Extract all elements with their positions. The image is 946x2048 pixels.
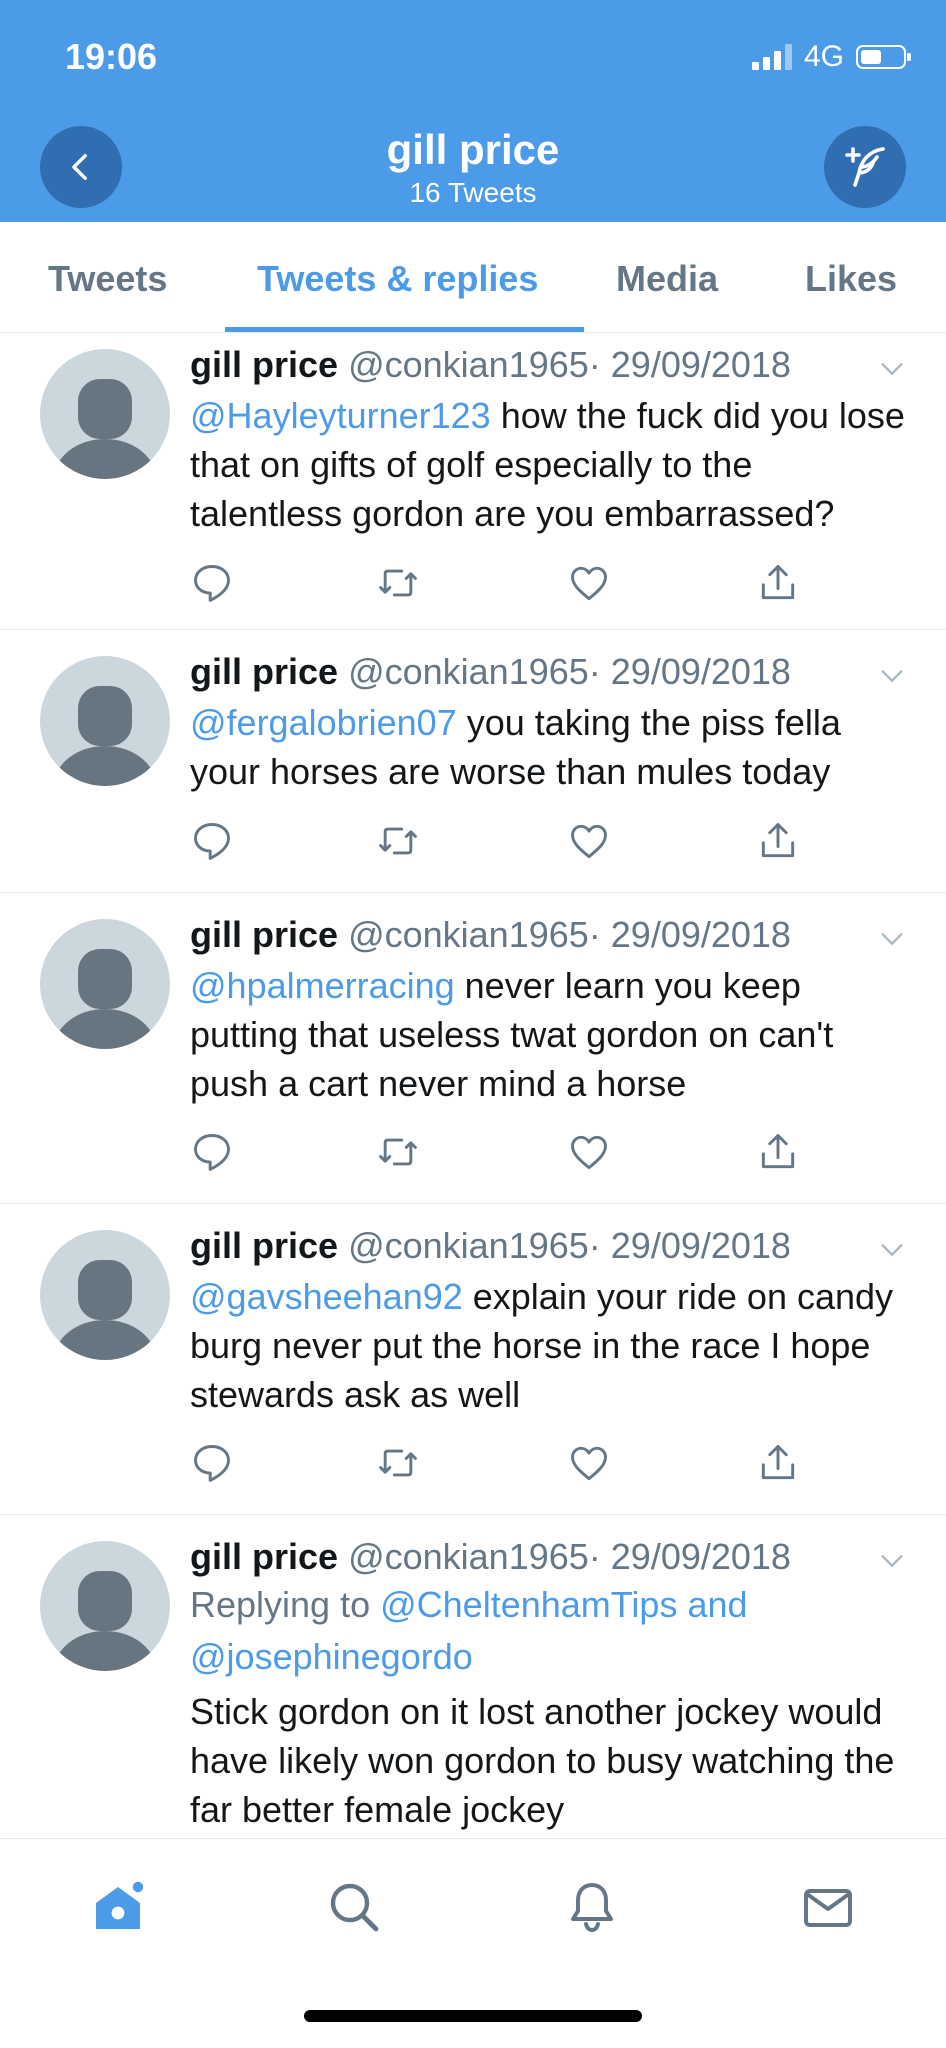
avatar[interactable] (40, 919, 170, 1049)
tweet-date: · 29/09/2018 (588, 651, 791, 692)
avatar[interactable] (40, 349, 170, 479)
network-type: 4G (803, 40, 844, 73)
tweet-text: @gavsheehan92 explain your ride on candy… (190, 1276, 894, 1415)
author-handle: @conkian1965 (348, 1225, 589, 1266)
tweet-date: · 29/09/2018 (588, 914, 791, 955)
tweet-item[interactable]: gill price @conkian1965· 29/09/2018 Repl… (0, 1515, 946, 1838)
retweet-icon[interactable] (376, 1441, 420, 1485)
tweet-meta: gill price @conkian1965· 29/09/2018 (190, 1224, 906, 1268)
messages-envelope-icon[interactable] (800, 1879, 856, 1935)
tweet-item[interactable]: gill price @conkian1965· 29/09/2018 @fer… (0, 630, 946, 893)
tweet-meta: gill price @conkian1965· 29/09/2018 (190, 343, 906, 387)
tab-likes[interactable]: Likes (805, 258, 897, 300)
tab-media[interactable]: Media (616, 258, 718, 300)
tweet-date: · 29/09/2018 (588, 1536, 791, 1577)
author-name: gill price (190, 651, 339, 692)
heart-icon[interactable] (567, 819, 611, 863)
heart-icon[interactable] (567, 561, 611, 605)
active-tab-indicator (225, 327, 584, 332)
retweet-icon[interactable] (376, 561, 420, 605)
tweet-actions (190, 1441, 830, 1485)
tweet-count: 16 Tweets (409, 177, 537, 208)
chevron-down-icon[interactable] (878, 355, 906, 383)
mention-link[interactable]: @Hayleyturner123 (190, 395, 491, 436)
retweet-icon[interactable] (376, 819, 420, 863)
avatar[interactable] (40, 656, 170, 786)
share-icon[interactable] (756, 1441, 800, 1485)
tweet-actions (190, 1130, 830, 1174)
tweet-feed[interactable]: gill price @conkian1965· 29/09/2018 @Hay… (0, 333, 946, 1838)
compose-tweet-icon (845, 147, 885, 187)
search-icon[interactable] (326, 1879, 382, 1935)
author-name: gill price (190, 914, 339, 955)
status-indicators: 4G (751, 40, 911, 74)
tweet-item[interactable]: gill price @conkian1965· 29/09/2018 @gav… (0, 1204, 946, 1515)
reply-icon[interactable] (190, 561, 234, 605)
home-indicator[interactable] (304, 2010, 642, 2022)
status-time: 19:06 (65, 36, 158, 77)
share-icon[interactable] (756, 561, 800, 605)
author-handle: @conkian1965 (348, 1536, 589, 1577)
chevron-down-icon[interactable] (878, 925, 906, 953)
tweet-item[interactable]: gill price @conkian1965· 29/09/2018 @hpa… (0, 893, 946, 1204)
signal-strength-icon (751, 44, 792, 70)
compose-tweet-button[interactable] (824, 126, 906, 208)
chevron-down-icon[interactable] (878, 1547, 906, 1575)
profile-tabs: Tweets Tweets & replies Media Likes (0, 222, 946, 333)
reply-icon[interactable] (190, 1130, 234, 1174)
mention-link[interactable]: @hpalmerracing (190, 965, 455, 1006)
reply-icon[interactable] (190, 1441, 234, 1485)
chevron-down-icon[interactable] (878, 662, 906, 690)
tweet-actions (190, 561, 830, 605)
tweet-text: @hpalmerracing never learn you keep putt… (190, 965, 834, 1104)
page-title: gill price (386, 126, 560, 173)
author-name: gill price (190, 1536, 339, 1577)
notifications-bell-icon[interactable] (564, 1879, 620, 1935)
tweet-text: @fergalobrien07 you taking the piss fell… (190, 702, 841, 792)
chevron-down-icon[interactable] (878, 1236, 906, 1264)
heart-icon[interactable] (567, 1130, 611, 1174)
tweet-item[interactable]: gill price @conkian1965· 29/09/2018 @Hay… (0, 333, 946, 630)
retweet-icon[interactable] (376, 1130, 420, 1174)
author-handle: @conkian1965 (348, 344, 589, 385)
tweet-actions (190, 819, 830, 863)
share-icon[interactable] (756, 819, 800, 863)
heart-icon[interactable] (567, 1441, 611, 1485)
author-name: gill price (190, 1225, 339, 1266)
tweet-text: Stick gordon on it lost another jockey w… (190, 1691, 895, 1830)
replying-to: Replying to @CheltenhamTips and @josephi… (190, 1584, 748, 1677)
tweet-meta: gill price @conkian1965· 29/09/2018 (190, 913, 906, 957)
avatar[interactable] (40, 1541, 170, 1671)
author-name: gill price (190, 344, 339, 385)
avatar[interactable] (40, 1230, 170, 1360)
profile-header: 19:06 4G gill price 16 Tweets (0, 0, 946, 222)
mention-link[interactable]: @gavsheehan92 (190, 1276, 463, 1317)
home-icon[interactable] (90, 1879, 146, 1935)
tab-tweets-and-replies[interactable]: Tweets & replies (257, 258, 538, 300)
tweet-meta: gill price @conkian1965· 29/09/2018 (190, 1535, 906, 1579)
reply-icon[interactable] (190, 819, 234, 863)
author-handle: @conkian1965 (348, 651, 589, 692)
battery-icon (856, 45, 911, 69)
tweet-date: · 29/09/2018 (588, 344, 791, 385)
tweet-date: · 29/09/2018 (588, 1225, 791, 1266)
tweet-text: @Hayleyturner123 how the fuck did you lo… (190, 395, 905, 534)
header-title-block: gill price 16 Tweets (0, 126, 946, 210)
author-handle: @conkian1965 (348, 914, 589, 955)
tweet-meta: gill price @conkian1965· 29/09/2018 (190, 650, 906, 694)
mention-link[interactable]: @fergalobrien07 (190, 702, 457, 743)
tab-tweets[interactable]: Tweets (48, 258, 167, 300)
share-icon[interactable] (756, 1130, 800, 1174)
